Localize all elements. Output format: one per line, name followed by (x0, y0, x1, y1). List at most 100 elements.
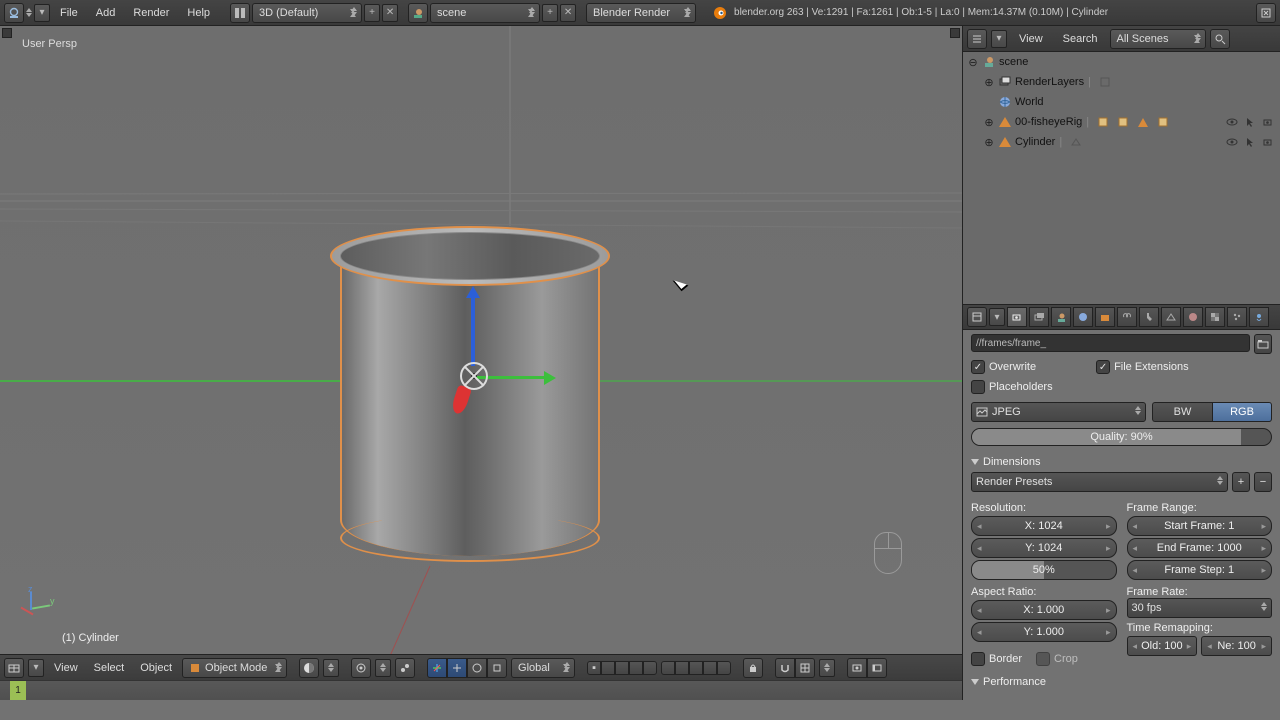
snap-toggle-icon[interactable] (775, 658, 795, 678)
restrict-render-icon[interactable] (1260, 134, 1276, 150)
props-tab-render-icon[interactable] (1007, 307, 1027, 327)
scene-remove-button[interactable]: ✕ (560, 4, 576, 22)
restrict-view-icon[interactable] (1224, 134, 1240, 150)
render-presets-dropdown[interactable]: Render Presets (971, 472, 1228, 492)
props-tab-physics-icon[interactable] (1249, 307, 1269, 327)
manipulate-center-icon[interactable] (395, 658, 415, 678)
pivot-dropdown-icon[interactable] (351, 658, 371, 678)
dimensions-panel-header[interactable]: Dimensions (971, 456, 1272, 468)
props-tab-scene-icon[interactable] (1051, 307, 1071, 327)
disclosure-closed-icon[interactable]: ⊕ (983, 116, 995, 129)
overwrite-checkbox[interactable] (971, 360, 985, 374)
snap-target-arrows[interactable] (819, 659, 835, 677)
placeholders-checkbox[interactable] (971, 380, 985, 394)
color-bw-button[interactable]: BW (1152, 402, 1212, 422)
lock-camera-icon[interactable] (743, 658, 763, 678)
outliner-menu-search[interactable]: Search (1055, 26, 1106, 52)
screen-layout-dropdown[interactable]: 3D (Default) (252, 3, 362, 23)
editor-type-icon[interactable] (4, 3, 24, 23)
file-extensions-checkbox[interactable] (1096, 360, 1110, 374)
res-y-field[interactable]: ◂Y: 1024▸ (971, 538, 1117, 558)
preset-remove-button[interactable]: − (1254, 472, 1272, 492)
res-x-field[interactable]: ◂X: 1024▸ (971, 516, 1117, 536)
vp-menu-select[interactable]: Select (88, 655, 131, 681)
opengl-render-anim-icon[interactable] (867, 658, 887, 678)
tree-row-fisheye-rig[interactable]: ⊕ 00-fisheyeRig | (963, 112, 1280, 132)
mode-dropdown[interactable]: Object Mode (182, 658, 287, 678)
timeline[interactable]: 1 (0, 680, 962, 700)
properties-body[interactable]: //frames/frame_ Overwrite File Extension… (963, 330, 1280, 700)
menu-render[interactable]: Render (125, 0, 177, 26)
editor-type-properties-icon[interactable] (967, 307, 987, 327)
preset-add-button[interactable]: + (1232, 472, 1250, 492)
props-tab-material-icon[interactable] (1183, 307, 1203, 327)
collapse-menus-icon[interactable]: ▾ (28, 659, 44, 677)
outliner-tree[interactable]: ⊖ scene ⊕ RenderLayers | ⊕ World ⊕ 00-fi… (963, 52, 1280, 304)
expand-icon[interactable]: ▾ (34, 4, 50, 22)
snap-element-icon[interactable] (795, 658, 815, 678)
editor-type-3dview-icon[interactable] (4, 658, 24, 678)
border-checkbox[interactable] (971, 652, 985, 666)
props-tab-particles-icon[interactable] (1227, 307, 1247, 327)
manipulator-on-icon[interactable] (427, 658, 447, 678)
props-tab-texture-icon[interactable] (1205, 307, 1225, 327)
layer-2[interactable] (601, 661, 615, 675)
layer-4[interactable] (629, 661, 643, 675)
props-tab-constraints-icon[interactable] (1117, 307, 1137, 327)
disclosure-closed-icon[interactable]: ⊕ (983, 76, 995, 89)
layer-1[interactable]: ▪ (587, 661, 601, 675)
aspect-x-field[interactable]: ◂X: 1.000▸ (971, 600, 1117, 620)
manipulator-rotate-icon[interactable] (467, 658, 487, 678)
res-percent-slider[interactable]: 50% (971, 560, 1117, 580)
quality-slider[interactable]: Quality: 90% (971, 428, 1272, 446)
restrict-render-icon[interactable] (1260, 114, 1276, 130)
end-frame-field[interactable]: ◂End Frame: 1000▸ (1127, 538, 1273, 558)
props-tab-object-icon[interactable] (1095, 307, 1115, 327)
aspect-y-field[interactable]: ◂Y: 1.000▸ (971, 622, 1117, 642)
scene-browse-icon[interactable] (408, 3, 428, 23)
layout-add-button[interactable]: + (364, 4, 380, 22)
orientation-dropdown[interactable]: Global (511, 658, 575, 678)
crop-checkbox[interactable] (1036, 652, 1050, 666)
vp-menu-view[interactable]: View (48, 655, 84, 681)
frame-step-field[interactable]: ◂Frame Step: 1▸ (1127, 560, 1273, 580)
tree-row-renderlayers[interactable]: ⊕ RenderLayers | (963, 72, 1280, 92)
render-engine-dropdown[interactable]: Blender Render (586, 3, 696, 23)
gizmo-z-axis[interactable] (471, 296, 475, 366)
scene-add-button[interactable]: + (542, 4, 558, 22)
shading-dropdown-icon[interactable] (299, 658, 319, 678)
pivot-arrows[interactable] (375, 659, 391, 677)
layer-7[interactable] (675, 661, 689, 675)
layer-8[interactable] (689, 661, 703, 675)
color-rgb-button[interactable]: RGB (1212, 402, 1272, 422)
outliner-menu-view[interactable]: View (1011, 26, 1051, 52)
props-tab-renderlayers-icon[interactable] (1029, 307, 1049, 327)
editor-type-outliner-icon[interactable] (967, 29, 987, 49)
layer-9[interactable] (703, 661, 717, 675)
layer-5[interactable] (643, 661, 657, 675)
restrict-select-icon[interactable] (1242, 134, 1258, 150)
manipulator-scale-icon[interactable] (487, 658, 507, 678)
file-browse-button[interactable] (1254, 334, 1272, 354)
opengl-render-still-icon[interactable] (847, 658, 867, 678)
outliner-search-icon[interactable] (1210, 29, 1230, 49)
tree-row-scene[interactable]: ⊖ scene (963, 52, 1280, 72)
performance-panel-header[interactable]: Performance (971, 676, 1272, 688)
shading-arrows[interactable] (323, 659, 339, 677)
manipulator-translate-icon[interactable] (447, 658, 467, 678)
remap-old-field[interactable]: ◂Old: 100▸ (1127, 636, 1198, 656)
disclosure-closed-icon[interactable]: ⊕ (983, 136, 995, 149)
layer-3[interactable] (615, 661, 629, 675)
layer-6[interactable] (661, 661, 675, 675)
fps-dropdown[interactable]: 30 fps (1127, 598, 1273, 618)
props-tab-world-icon[interactable] (1073, 307, 1093, 327)
collapse-menus-icon[interactable]: ▾ (989, 308, 1005, 326)
props-tab-modifiers-icon[interactable] (1139, 307, 1159, 327)
back-to-previous-icon[interactable] (1256, 3, 1276, 23)
3d-viewport[interactable]: User Persp (0, 26, 962, 654)
disclosure-open-icon[interactable]: ⊖ (967, 56, 979, 69)
vp-menu-object[interactable]: Object (134, 655, 178, 681)
tree-row-cylinder[interactable]: ⊕ Cylinder | (963, 132, 1280, 152)
outliner-display-dropdown[interactable]: All Scenes (1110, 29, 1206, 49)
restrict-view-icon[interactable] (1224, 114, 1240, 130)
